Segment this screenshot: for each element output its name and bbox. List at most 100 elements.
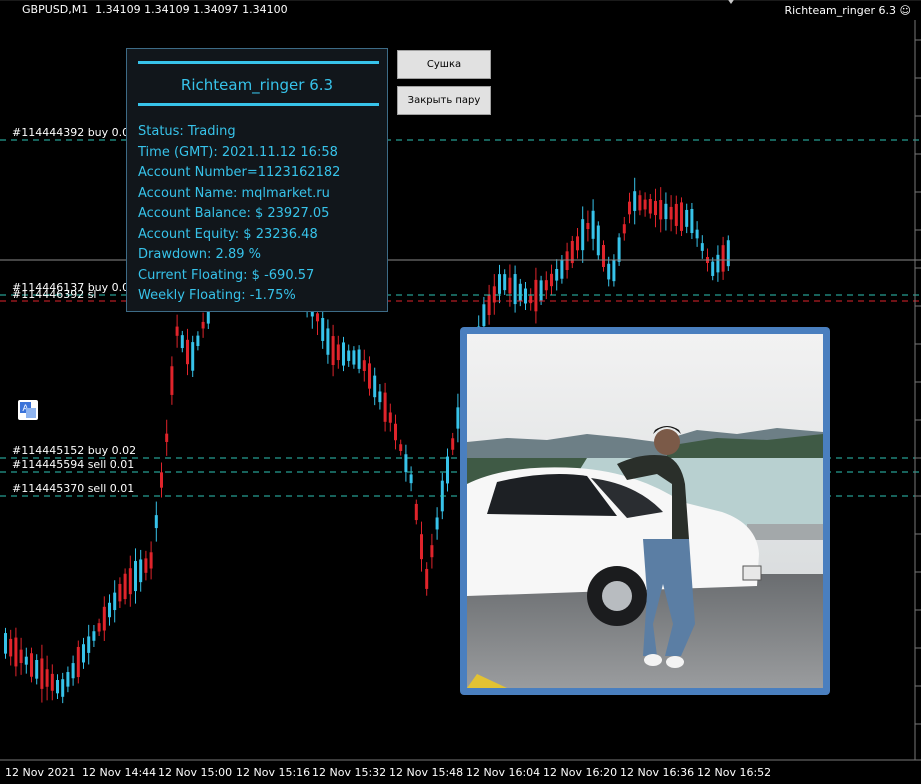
translate-icon[interactable]: A (18, 400, 38, 420)
candle-body (373, 375, 377, 398)
candle-body (414, 503, 418, 521)
candle-body (388, 412, 392, 423)
candle-body (508, 277, 512, 294)
candle-body (56, 680, 59, 694)
candle-body (721, 245, 725, 272)
candle-body (87, 636, 91, 653)
candle-body (134, 560, 137, 592)
candle-body (76, 646, 80, 678)
status-line: Status: Trading (138, 124, 236, 139)
time-axis-label: 12 Nov 2021 (5, 766, 76, 779)
candle-body (149, 552, 153, 569)
chart-shift-marker-icon (728, 0, 734, 4)
candle-body (160, 472, 163, 488)
candle-body (321, 317, 325, 341)
candle-body (201, 321, 205, 329)
candle-body (550, 273, 553, 287)
candle-body (581, 219, 585, 251)
candle-body (576, 236, 579, 251)
candle-body (700, 243, 704, 251)
candle-body (446, 456, 449, 484)
candle-body (539, 280, 543, 301)
time-axis-label: 12 Nov 16:20 (543, 766, 618, 779)
panel-top-bar (138, 61, 379, 64)
candle-body (524, 288, 527, 304)
candle-body (685, 209, 689, 227)
candle-body (602, 244, 605, 268)
trade-label-1: #114444392 buy 0.01 (12, 126, 137, 139)
time-axis-label: 12 Nov 15:32 (312, 766, 387, 779)
candle-body (596, 225, 600, 256)
candle-body (503, 274, 507, 291)
time-line: Time (GMT): 2021.11.12 16:58 (138, 144, 338, 160)
candle-body (4, 633, 7, 654)
current-floating-line: Current Floating: $ -690.57 (138, 267, 315, 283)
smiley-icon: ☺ (899, 4, 911, 17)
candle-body (435, 517, 439, 530)
time-axis-label: 12 Nov 14:44 (82, 766, 157, 779)
candle-body (518, 283, 522, 302)
time-axis-label: 12 Nov 15:48 (389, 766, 464, 779)
candle-body (326, 328, 330, 355)
candle-body (648, 199, 652, 214)
candle-body (716, 254, 720, 273)
right-scale-ticks (915, 39, 921, 725)
candle-body (633, 191, 637, 211)
candle-body (92, 631, 96, 641)
candle-body (165, 433, 169, 442)
candle-body (394, 423, 397, 441)
candle-body (102, 606, 106, 631)
trading-chart-window: GBPUSD,M1 1.34109 1.34109 1.34097 1.3410… (0, 0, 921, 784)
candle-body (347, 350, 351, 361)
trade-label-3: #114445152 buy 0.02 (12, 444, 137, 457)
account-balance-line: Account Balance: $ 23927.05 (138, 206, 330, 221)
candle-body (71, 663, 75, 679)
candle-body (534, 279, 538, 312)
candle-body (61, 679, 65, 697)
panel-title: Richteam_ringer 6.3 (180, 76, 334, 94)
candle-body (196, 335, 200, 346)
candle-body (430, 545, 434, 558)
candle-body (82, 644, 85, 663)
time-axis-label: 12 Nov 16:04 (466, 766, 541, 779)
drawdown-line: Drawdown: 2.89 % (138, 247, 261, 262)
account-name-line: Account Name: mqlmarket.ru (138, 185, 330, 201)
candle-body (513, 274, 517, 305)
close-pair-button[interactable]: Закрыть пару (397, 86, 491, 115)
dry-button[interactable]: Сушка (397, 50, 491, 79)
panel-title-bar (138, 103, 379, 106)
candle-body (9, 638, 13, 657)
ea-name-label: Richteam_ringer 6.3 ☺ (784, 4, 911, 17)
candle-body (674, 203, 678, 226)
candle-body (144, 558, 148, 573)
candle-body (97, 623, 101, 632)
candle-body (612, 259, 616, 282)
candle-body (191, 342, 195, 371)
candle-body (170, 366, 174, 395)
candle-body (492, 286, 496, 303)
candle-body (368, 363, 371, 389)
candle-body (529, 295, 533, 304)
candle-body (456, 407, 460, 429)
time-axis-label: 12 Nov 15:00 (158, 766, 233, 779)
candle-body (118, 583, 122, 602)
time-axis-label: 12 Nov 16:52 (697, 766, 772, 779)
symbol-info: GBPUSD,M1 1.34109 1.34109 1.34097 1.3410… (22, 3, 288, 16)
candle-body (399, 444, 403, 451)
candle-body (451, 438, 455, 450)
time-axis-label: 12 Nov 15:16 (236, 766, 311, 779)
candle-body (607, 263, 611, 280)
person-with-car-photo (467, 334, 823, 688)
candle-body (617, 237, 621, 262)
candle-body (404, 454, 408, 473)
candle-body (711, 261, 715, 276)
candle-body (24, 656, 28, 665)
candle-body (352, 350, 356, 365)
candle-body (498, 274, 501, 294)
candle-body (19, 649, 23, 664)
candle-body (108, 602, 111, 618)
candle-body (128, 568, 132, 595)
candle-body (14, 637, 18, 667)
account-number-line: Account Number=1123162182 (138, 165, 341, 180)
time-axis-label: 12 Nov 16:36 (620, 766, 695, 779)
